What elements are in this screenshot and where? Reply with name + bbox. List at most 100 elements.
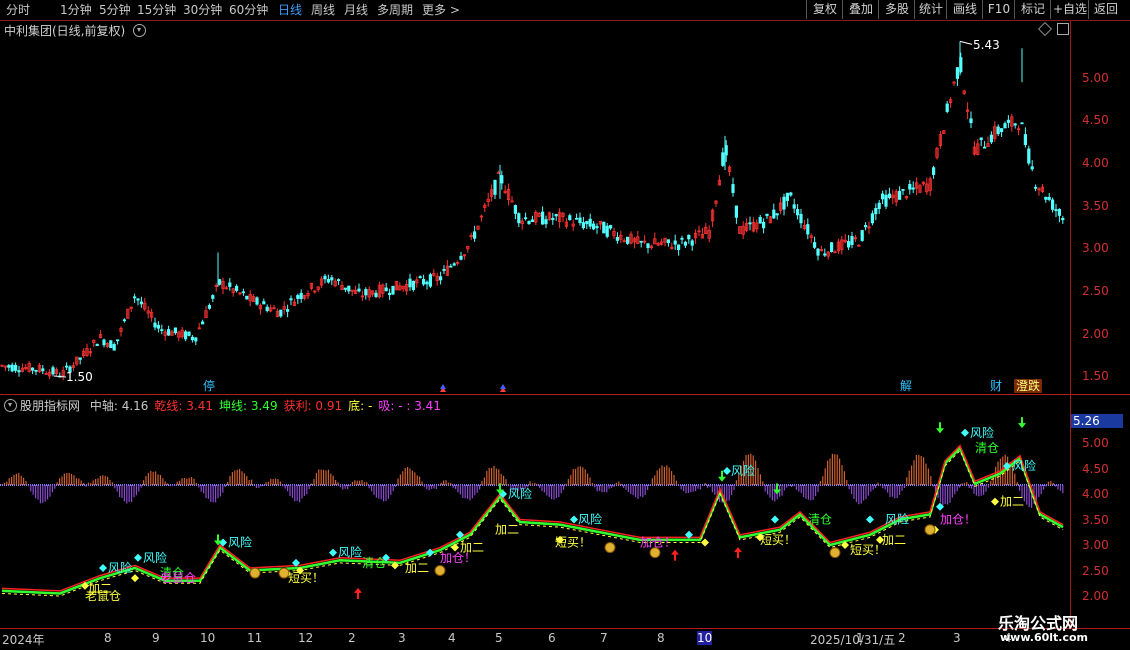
signal-label: 老鼠仓 [160, 571, 196, 585]
candle-body [493, 179, 497, 195]
signal-label: 清仓 [975, 441, 999, 455]
low-price-value: 1.50 [66, 370, 93, 384]
date-tick: 7 [600, 631, 608, 645]
candle-body [683, 241, 688, 246]
high-price-value: 5.43 [973, 38, 1000, 52]
candle-body [425, 281, 429, 285]
candle-body [639, 240, 643, 243]
candle-body [1051, 199, 1055, 210]
indicator-dropdown-icon[interactable] [4, 399, 17, 412]
candle-body [1006, 119, 1011, 123]
candle-body [524, 217, 528, 220]
marker-suspend[interactable]: 停 [201, 379, 217, 393]
candle-body [765, 213, 769, 217]
low-pointer [53, 375, 67, 378]
buy-arrow-head [671, 549, 679, 555]
candle-body [864, 225, 868, 228]
candle-body [554, 214, 558, 217]
candle-body [500, 175, 504, 184]
candle-body [17, 370, 21, 373]
candle-body [887, 193, 892, 199]
chart-canvas[interactable]: 风险风险风险风险风险风险风险风险风险风险清仓清仓清仓清仓加二加二加二加二加二加二… [0, 0, 1130, 650]
signal-label: 风险 [228, 534, 252, 549]
indicator-value: 底: - [348, 399, 373, 413]
candle-body [51, 367, 55, 375]
candle-body [10, 364, 14, 372]
candle-body [442, 269, 446, 271]
risk-diamond [961, 428, 969, 437]
candle-body [870, 213, 875, 224]
candle-body [581, 222, 586, 229]
candle-body [806, 224, 810, 235]
candle-body [387, 292, 392, 296]
candle-body [602, 221, 606, 234]
candle-body [785, 192, 790, 201]
date-tick: 8 [104, 631, 112, 645]
candle-body [241, 291, 245, 294]
candle-body [901, 189, 905, 191]
signal-label: 加二 [1000, 495, 1024, 509]
event-marker [440, 384, 446, 389]
coin-icon [924, 524, 936, 536]
candle-body [323, 275, 327, 280]
risk-diamond [570, 515, 578, 524]
candle-body [279, 309, 283, 317]
signal-label: 加仓！ [440, 551, 476, 565]
signal-label: 清仓 [362, 556, 386, 570]
candle-body [983, 146, 987, 149]
signal-label: 风险 [508, 486, 532, 501]
candle-body [156, 324, 160, 329]
risk-diamond [329, 548, 337, 557]
candle-body [775, 213, 779, 216]
candle-body [575, 217, 579, 220]
candle-body [1034, 186, 1038, 189]
candle-body [748, 222, 752, 225]
candle-body [136, 298, 140, 301]
candle-body [585, 221, 589, 225]
marker-unlock[interactable]: 解 [898, 379, 914, 393]
candle-body [166, 329, 171, 336]
date-tick: 4 [448, 631, 456, 645]
risk-diamond [99, 563, 107, 572]
candle-body [578, 217, 582, 224]
indicator-value: 中轴: 4.16 [89, 399, 149, 413]
candle-body [200, 321, 205, 325]
candle-body [183, 331, 188, 340]
candle-body [228, 282, 232, 287]
candle-body [758, 216, 762, 224]
signal-label: 短买！ [850, 543, 886, 557]
date-tick: 5 [495, 631, 503, 645]
signal-label: 加仓！ [640, 535, 676, 549]
candle-body [408, 278, 412, 288]
candle-body [1027, 148, 1031, 164]
coin-icon [249, 567, 261, 579]
signal-label: 风险 [338, 545, 362, 560]
indicator-header: 股朋指标网 中轴: 4.16 乾线: 3.41 坤线: 3.49 获利: 0.91 底:… [4, 397, 441, 414]
signal-label: 短买！ [760, 533, 796, 547]
candle-body [605, 225, 609, 237]
signal-label: 风险 [731, 463, 755, 478]
watermark-url: www.60lt.com [1000, 631, 1089, 644]
date-tick: 6 [548, 631, 556, 645]
candle-body [830, 242, 834, 253]
candle-body [296, 295, 300, 299]
signal-label: 风险 [143, 550, 167, 565]
buy-arrow-head [354, 587, 362, 593]
candle-body [411, 280, 416, 291]
marker-limit-down[interactable]: 澄跌 [1014, 379, 1043, 393]
candle-body [513, 205, 518, 214]
date-tick: 2025/10/31/五 [810, 633, 896, 647]
candle-body [289, 298, 293, 301]
candle-body [792, 204, 796, 209]
sell-arrow-head [1018, 423, 1026, 429]
candle-body [1000, 128, 1004, 133]
candle-body [782, 196, 786, 210]
candle-body [687, 234, 691, 240]
risk-diamond [771, 515, 779, 524]
candle-body [666, 239, 671, 244]
marker-finance[interactable]: 财 [988, 379, 1004, 393]
candle-body [527, 220, 531, 225]
candle-body [357, 288, 361, 292]
candle-body [850, 236, 854, 245]
candle-body [122, 319, 126, 322]
